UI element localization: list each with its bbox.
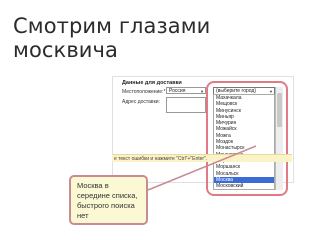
callout-connector xyxy=(147,145,257,191)
callout-note: Москва в середине списка, быстрого поиск… xyxy=(69,175,148,225)
